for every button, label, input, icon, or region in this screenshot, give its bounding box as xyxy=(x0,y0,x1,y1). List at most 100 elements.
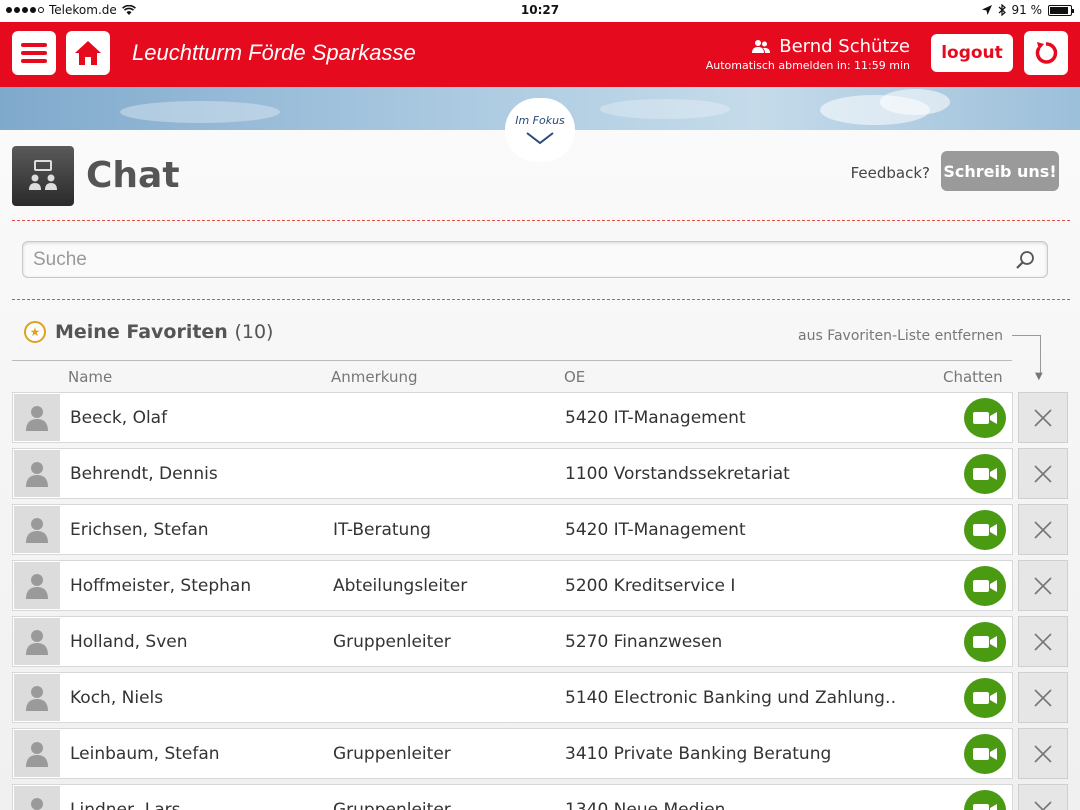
contact-row[interactable]: Hoffmeister, Stephan Abteilungsleiter 52… xyxy=(12,560,1013,611)
focus-tab[interactable]: Im Fokus xyxy=(505,98,575,162)
close-icon xyxy=(1034,744,1052,763)
avatar xyxy=(14,786,60,810)
contact-row[interactable]: Beeck, Olaf 5420 IT-Management xyxy=(12,392,1013,443)
avatar xyxy=(14,450,60,497)
table-row: Leinbaum, Stefan Gruppenleiter 3410 Priv… xyxy=(12,728,1072,784)
video-camera-icon xyxy=(973,580,997,592)
contact-name: Hoffmeister, Stephan xyxy=(70,576,252,596)
person-icon xyxy=(26,461,48,487)
contact-name: Leinbaum, Stefan xyxy=(70,744,220,764)
contact-note: Gruppenleiter xyxy=(333,744,451,764)
contact-row[interactable]: Holland, Sven Gruppenleiter 5270 Finanzw… xyxy=(12,616,1013,667)
user-name: Bernd Schütze xyxy=(779,36,910,57)
table-row: Lindner, Lars Gruppenleiter 1340 Neue Me… xyxy=(12,784,1072,810)
contact-row[interactable]: Erichsen, Stefan IT-Beratung 5420 IT-Man… xyxy=(12,504,1013,555)
column-header-note: Anmerkung xyxy=(331,368,418,386)
contact-name: Beeck, Olaf xyxy=(70,408,168,428)
search-icon[interactable] xyxy=(1015,250,1035,270)
home-icon xyxy=(75,41,101,65)
person-icon xyxy=(26,741,48,767)
close-icon xyxy=(1034,800,1052,810)
hamburger-icon xyxy=(21,39,47,67)
feedback-button[interactable]: Schreib uns! xyxy=(941,151,1059,191)
video-chat-button[interactable] xyxy=(964,398,1006,438)
table-row: Holland, Sven Gruppenleiter 5270 Finanzw… xyxy=(12,616,1072,672)
video-camera-icon xyxy=(973,468,997,480)
chat-module-icon xyxy=(12,146,74,206)
location-icon xyxy=(981,5,992,15)
remove-favorite-button[interactable] xyxy=(1018,728,1068,779)
contact-name: Holland, Sven xyxy=(70,632,188,652)
column-header-chat: Chatten xyxy=(943,368,1003,386)
video-chat-button[interactable] xyxy=(964,622,1006,662)
contact-oe: 5420 IT-Management xyxy=(565,520,746,540)
contact-note: IT-Beratung xyxy=(333,520,431,540)
favorites-title-label: Meine Favoriten xyxy=(55,321,228,343)
auto-logout-timer: Automatisch abmelden in: 11:59 min xyxy=(705,59,910,72)
close-icon xyxy=(1034,688,1052,707)
avatar xyxy=(14,562,60,609)
table-row: Beeck, Olaf 5420 IT-Management xyxy=(12,392,1072,448)
contact-oe: 5200 Kreditservice I xyxy=(565,576,736,596)
remove-favorite-button[interactable] xyxy=(1018,504,1068,555)
remove-favorite-button[interactable] xyxy=(1018,560,1068,611)
table-header-rule xyxy=(12,360,1012,361)
avatar xyxy=(14,730,60,777)
page-title: Chat xyxy=(86,155,180,196)
video-chat-button[interactable] xyxy=(964,734,1006,774)
person-icon xyxy=(26,629,48,655)
video-chat-button[interactable] xyxy=(964,566,1006,606)
refresh-button[interactable] xyxy=(1024,31,1068,75)
close-icon xyxy=(1034,576,1052,595)
person-icon xyxy=(26,517,48,543)
person-icon xyxy=(26,685,48,711)
remove-favorite-button[interactable] xyxy=(1018,784,1068,810)
contact-oe: 5140 Electronic Banking und Zahlung… xyxy=(565,688,895,708)
bluetooth-icon xyxy=(998,4,1006,16)
contact-note: Gruppenleiter xyxy=(333,632,451,652)
favorites-count: (10) xyxy=(234,321,274,343)
refresh-icon xyxy=(1035,42,1058,64)
contact-oe: 5420 IT-Management xyxy=(565,408,746,428)
search-bar xyxy=(22,241,1048,278)
remove-guide-line xyxy=(1012,335,1041,375)
contact-row[interactable]: Behrendt, Dennis 1100 Vorstandssekretari… xyxy=(12,448,1013,499)
close-icon xyxy=(1034,632,1052,651)
video-chat-button[interactable] xyxy=(964,790,1006,810)
video-chat-button[interactable] xyxy=(964,510,1006,550)
contact-row[interactable]: Leinbaum, Stefan Gruppenleiter 3410 Priv… xyxy=(12,728,1013,779)
home-button[interactable] xyxy=(66,31,110,75)
contact-row[interactable]: Lindner, Lars Gruppenleiter 1340 Neue Me… xyxy=(12,784,1013,810)
table-row: Koch, Niels 5140 Electronic Banking und … xyxy=(12,672,1072,728)
table-row: Hoffmeister, Stephan Abteilungsleiter 52… xyxy=(12,560,1072,616)
remove-favorite-button[interactable] xyxy=(1018,392,1068,443)
user-info: Bernd Schütze Automatisch abmelden in: 1… xyxy=(706,36,910,72)
video-camera-icon xyxy=(973,748,997,760)
video-camera-icon xyxy=(973,636,997,648)
close-icon xyxy=(1034,408,1052,427)
divider xyxy=(12,220,1070,221)
remove-favorite-button[interactable] xyxy=(1018,672,1068,723)
chevron-down-icon xyxy=(526,132,554,145)
search-input[interactable] xyxy=(23,242,983,277)
video-chat-button[interactable] xyxy=(964,454,1006,494)
remove-favorite-button[interactable] xyxy=(1018,616,1068,667)
close-icon xyxy=(1034,464,1052,483)
contact-oe: 1340 Neue Medien xyxy=(565,800,726,810)
favorites-list: Beeck, Olaf 5420 IT-Management Behrendt,… xyxy=(12,392,1072,810)
contact-oe: 5270 Finanzwesen xyxy=(565,632,723,652)
table-row: Erichsen, Stefan IT-Beratung 5420 IT-Man… xyxy=(12,504,1072,560)
contact-name: Erichsen, Stefan xyxy=(70,520,209,540)
clock: 10:27 xyxy=(520,3,560,17)
battery-fill xyxy=(1050,6,1069,14)
feedback-label: Feedback? xyxy=(850,164,930,182)
remove-favorite-button[interactable] xyxy=(1018,448,1068,499)
star-icon: ★ xyxy=(24,321,46,343)
contact-row[interactable]: Koch, Niels 5140 Electronic Banking und … xyxy=(12,672,1013,723)
video-chat-button[interactable] xyxy=(964,678,1006,718)
battery-icon xyxy=(1048,4,1074,16)
video-camera-icon xyxy=(973,804,997,810)
contact-oe: 3410 Private Banking Beratung xyxy=(565,744,832,764)
menu-button[interactable] xyxy=(12,31,56,75)
logout-button[interactable]: logout xyxy=(931,34,1013,72)
